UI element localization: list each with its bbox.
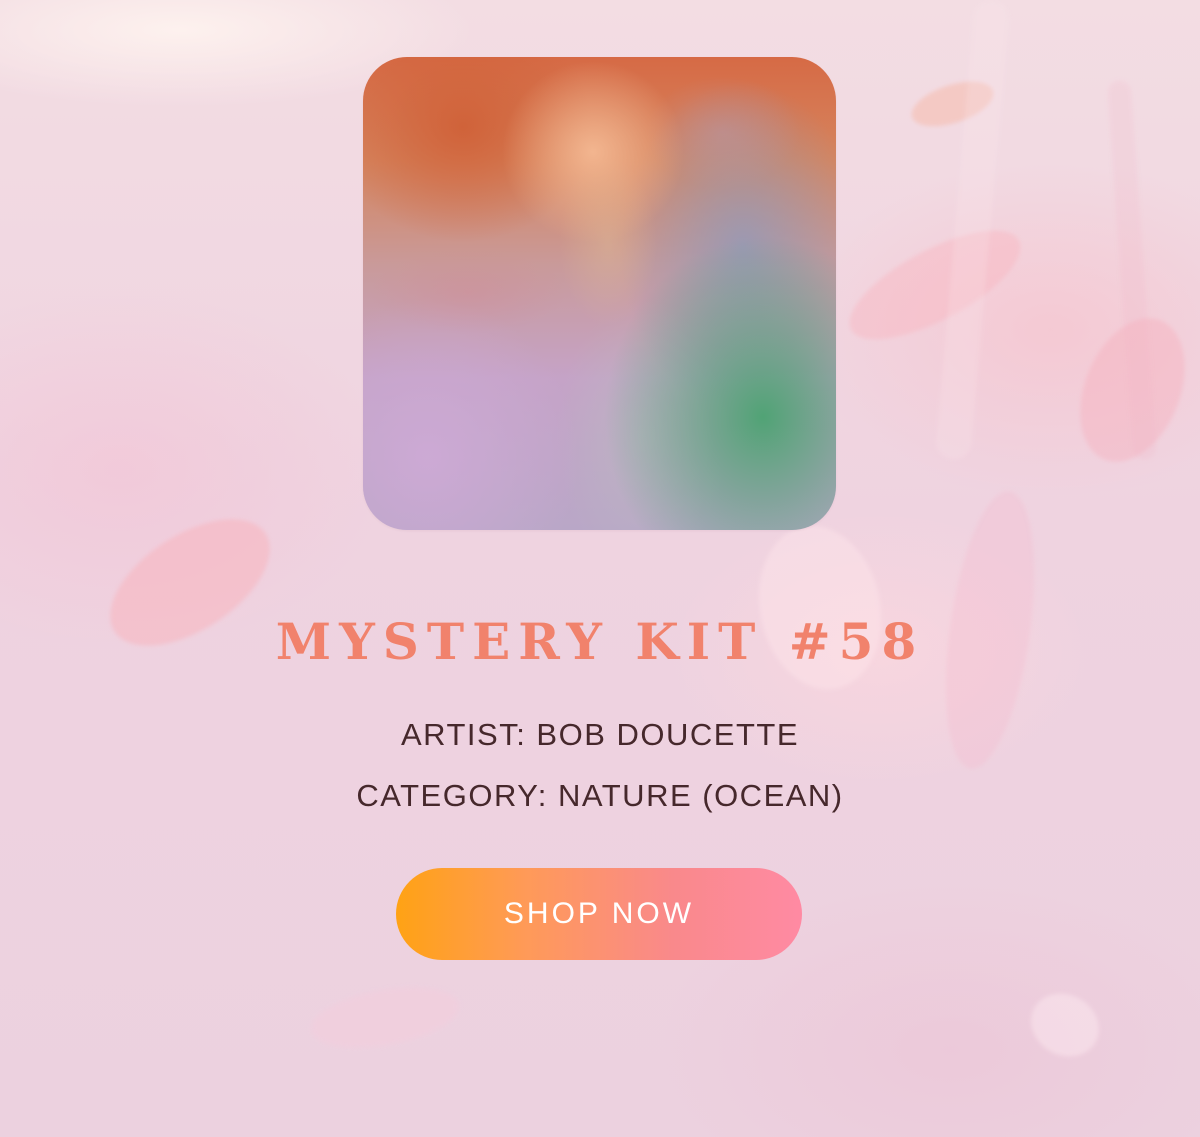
background-brush-stroke — [306, 977, 464, 1058]
product-title: MYSTERY KIT #58 — [275, 612, 925, 671]
shop-now-button[interactable]: SHOP NOW — [396, 868, 802, 960]
background-brush-stroke — [834, 209, 1036, 361]
mystery-kit-image — [363, 57, 836, 530]
art-highlight-layer — [363, 57, 836, 530]
artist-line: ARTIST: BOB DOUCETTE — [400, 717, 800, 752]
category-line: CATEGORY: NATURE (OCEAN) — [356, 778, 844, 813]
background-brush-stroke — [1019, 981, 1111, 1069]
background-brush-stroke — [744, 514, 896, 701]
